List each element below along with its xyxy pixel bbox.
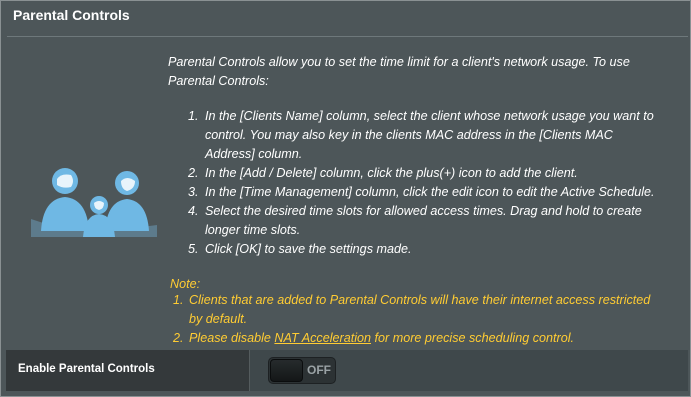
title-divider [7, 36, 688, 37]
step-number: 3. [188, 185, 199, 199]
note-line: Please disable NAT Acceleration for more… [189, 329, 683, 348]
list-item: 5. Click [OK] to save the settings made. [188, 240, 683, 259]
setting-label-cell: Enable Parental Controls [6, 350, 250, 391]
step-line: Address] column. [205, 147, 303, 161]
family-icon [31, 168, 157, 237]
list-item: 1. In the [Clients Name] column, select … [188, 107, 683, 164]
parental-controls-panel: Parental Controls Parental Controls allo… [0, 0, 691, 397]
list-item: 2. In the [Add / Delete] column, click t… [188, 164, 683, 183]
note-text: Please disable [189, 331, 275, 345]
step-number: 1. [188, 109, 199, 123]
note-label: Note: [170, 277, 201, 291]
enable-parental-controls-toggle[interactable]: OFF [268, 357, 336, 384]
page-title: Parental Controls [13, 7, 130, 23]
step-number: 4. [188, 204, 199, 218]
toggle-knob[interactable] [270, 359, 303, 382]
nat-acceleration-link[interactable]: NAT Acceleration [274, 331, 371, 345]
list-item: 1. Clients that are added to Parental Co… [173, 291, 683, 329]
step-line: longer time slots. [205, 223, 301, 237]
list-item: 2. Please disable NAT Acceleration for m… [173, 329, 683, 348]
step-number: 2. [188, 166, 199, 180]
step-number: 5. [188, 242, 199, 256]
note-line: by default. [189, 312, 248, 326]
list-item: 4. Select the desired time slots for all… [188, 202, 683, 240]
description-line: Parental Controls allow you to set the t… [168, 55, 630, 69]
description: Parental Controls allow you to set the t… [168, 53, 683, 91]
notes-list: 1. Clients that are added to Parental Co… [173, 291, 683, 348]
steps-list: 1. In the [Clients Name] column, select … [188, 107, 683, 259]
step-line: Click [OK] to save the settings made. [205, 242, 412, 256]
note-number: 2. [173, 331, 184, 345]
toggle-state-label: OFF [307, 363, 331, 377]
enable-parental-controls-row: Enable Parental Controls OFF [6, 350, 688, 391]
enable-parental-controls-label: Enable Parental Controls [18, 363, 155, 375]
note-number: 1. [173, 293, 184, 307]
note-text: for more precise scheduling control. [371, 331, 575, 345]
list-item: 3. In the [Time Management] column, clic… [188, 183, 683, 202]
step-line: In the [Clients Name] column, select the… [205, 109, 654, 123]
note-line: Clients that are added to Parental Contr… [189, 293, 651, 307]
step-line: Select the desired time slots for allowe… [205, 204, 642, 218]
step-line: In the [Add / Delete] column, click the … [205, 166, 578, 180]
step-line: control. You may also key in the clients… [205, 128, 613, 142]
step-line: In the [Time Management] column, click t… [205, 185, 655, 199]
description-line: Parental Controls: [168, 74, 269, 88]
